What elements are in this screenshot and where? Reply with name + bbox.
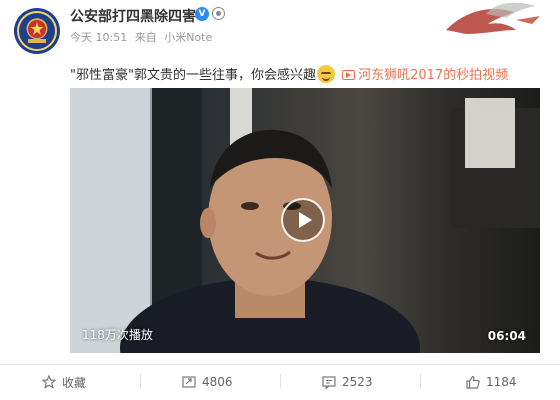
play-icon[interactable]: [281, 198, 325, 242]
action-separator: [280, 374, 281, 388]
action-separator: [140, 374, 141, 388]
like-count: 1184: [486, 375, 517, 389]
video-icon: [342, 70, 356, 80]
action-bar-divider: [0, 364, 560, 365]
like-button[interactable]: 1184: [466, 372, 517, 392]
repost-count: 4806: [202, 375, 233, 389]
post-source[interactable]: 小米Note: [164, 31, 212, 44]
post-meta: 今天 10:51 来自 小米Note: [70, 29, 216, 45]
favorite-button[interactable]: 收藏: [42, 372, 86, 392]
video-view-count: 118万次播放: [82, 328, 153, 342]
post-text: "邪性富豪"郭文贵的一些往事，你会感兴趣 河东狮吼2017的秒拍视频: [70, 64, 508, 83]
phoenix-decoration: [446, 2, 540, 34]
comment-count: 2523: [342, 375, 373, 389]
post-body: "邪性富豪"郭文贵的一些往事，你会感兴趣: [70, 68, 316, 83]
police-emblem-avatar[interactable]: [14, 8, 60, 54]
post-time[interactable]: 今天 10:51: [70, 31, 127, 44]
video-player[interactable]: 118万次播放 06:04: [70, 88, 540, 353]
comment-icon: [322, 376, 336, 389]
comment-button[interactable]: 2523: [322, 372, 373, 392]
star-icon: [42, 375, 56, 389]
smile-emoji: [316, 65, 335, 83]
video-source-link[interactable]: 河东狮吼2017的秒拍视频: [342, 68, 508, 83]
weibo-post-card: 公安部打四黑除四害 V 今天 10:51 来自 小米Note "邪性富豪"郭文贵…: [0, 0, 560, 400]
post-author-name[interactable]: 公安部打四黑除四害: [70, 6, 196, 26]
source-prefix: 来自: [134, 31, 157, 44]
video-link-label: 河东狮吼2017的秒拍视频: [358, 68, 509, 83]
favorite-label: 收藏: [62, 375, 87, 390]
repost-icon: [182, 376, 196, 388]
rank-icon: [212, 7, 225, 20]
verified-icon: V: [195, 7, 209, 21]
like-icon: [466, 375, 480, 389]
action-separator: [420, 374, 421, 388]
repost-button[interactable]: 4806: [182, 372, 233, 392]
video-duration: 06:04: [487, 329, 526, 343]
